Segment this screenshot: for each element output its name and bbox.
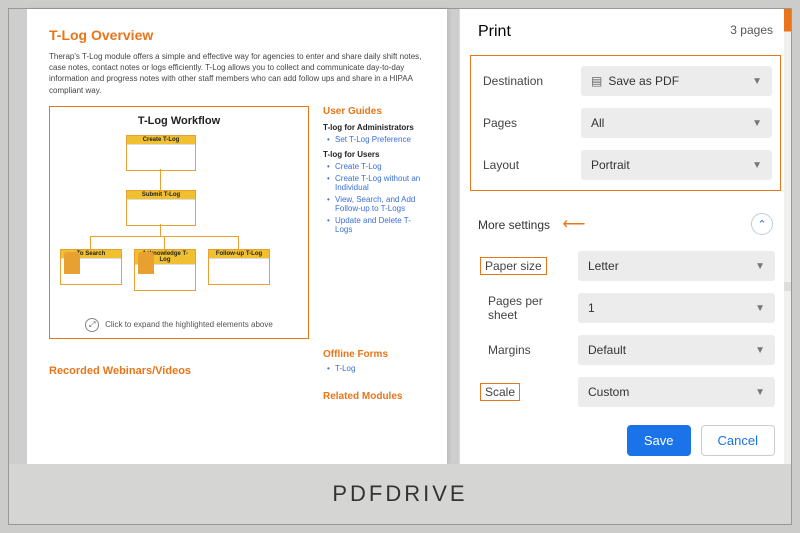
link[interactable]: T-Log [327,364,425,373]
offline-forms-heading: Offline Forms [323,349,425,360]
pages-per-sheet-select[interactable]: 1 ▼ [578,293,775,323]
paper-size-select[interactable]: Letter ▼ [578,251,775,281]
recorded-heading: Recorded Webinars/Videos [49,365,309,377]
highlighted-group-main: Destination ▤Save as PDF ▼ Pages All ▼ L… [470,55,781,191]
link[interactable]: Create T-Log [327,162,425,171]
pdf-icon: ▤ [591,74,602,88]
layout-select[interactable]: Portrait ▼ [581,150,772,180]
margins-label: Margins [476,343,570,357]
expand-note: ⤢ Click to expand the highlighted elemen… [56,318,302,332]
footer-brand: PDFDRIVE [9,464,791,524]
pages-select[interactable]: All ▼ [581,108,772,138]
expand-icon: ⤢ [85,318,99,332]
print-preview-pane: T-Log Overview Therap's T-Log module off… [9,9,459,464]
workflow-box: T-Log Workflow Create T-Log Submit T-Log… [49,106,309,339]
scale-label: Scale [480,383,520,401]
destination-label: Destination [479,74,573,88]
doc-intro: Therap's T-Log module offers a simple an… [49,51,425,96]
link[interactable]: Set T-Log Preference [327,135,425,144]
chevron-down-icon: ▼ [755,303,765,314]
print-dialog: Print 3 pages Destination ▤Save as PDF ▼… [459,9,791,464]
collapse-toggle[interactable]: ⌃ [751,213,773,235]
chevron-down-icon: ▼ [752,118,762,129]
page-count: 3 pages [730,23,773,41]
chevron-down-icon: ▼ [755,387,765,398]
link[interactable]: View, Search, and Add Follow-up to T-Log… [327,195,425,213]
chevron-down-icon: ▼ [755,261,765,272]
scrollbar[interactable] [784,9,791,464]
link[interactable]: Create T-Log without an Individual [327,174,425,192]
pages-per-sheet-label: Pages per sheet [476,294,570,322]
related-modules-heading: Related Modules [323,391,425,402]
destination-select[interactable]: ▤Save as PDF ▼ [581,66,772,96]
margins-select[interactable]: Default ▼ [578,335,775,365]
print-title: Print [478,23,511,41]
scale-select[interactable]: Custom ▼ [578,377,775,407]
pages-label: Pages [479,116,573,130]
link[interactable]: Update and Delete T-Logs [327,216,425,234]
paper-size-label: Paper size [480,257,547,275]
doc-title: T-Log Overview [49,27,425,43]
more-settings-label[interactable]: More settings [478,218,550,232]
cancel-button[interactable]: Cancel [701,425,775,456]
chevron-down-icon: ▼ [752,76,762,87]
chevron-up-icon: ⌃ [757,218,766,231]
save-button[interactable]: Save [627,425,691,456]
document-preview: T-Log Overview Therap's T-Log module off… [27,9,447,464]
user-guides-heading: User Guides [323,106,425,117]
chevron-down-icon: ▼ [755,345,765,356]
chevron-down-icon: ▼ [752,160,762,171]
annotation-arrow-icon: ⟵ [558,216,585,233]
layout-label: Layout [479,158,573,172]
workflow-title: T-Log Workflow [56,115,302,127]
